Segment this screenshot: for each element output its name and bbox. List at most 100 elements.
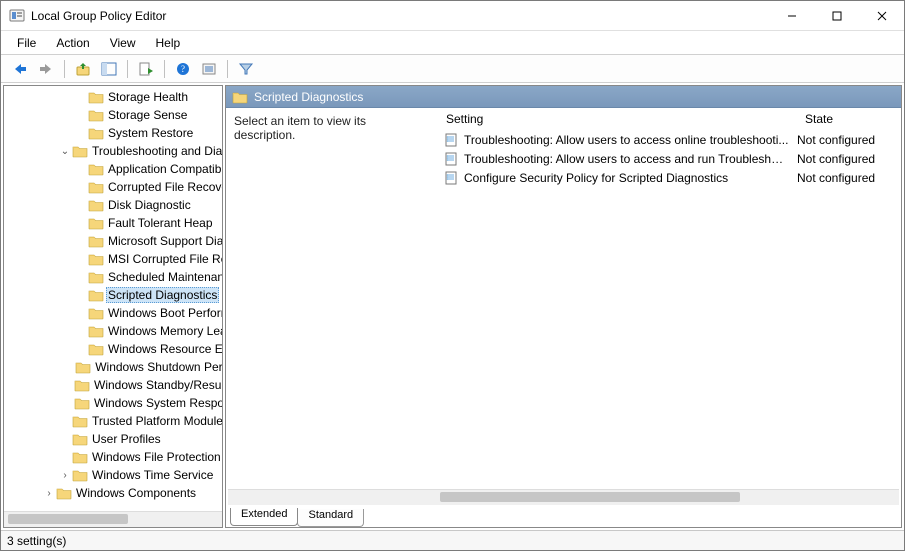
back-button[interactable] bbox=[8, 58, 32, 80]
setting-state: Not configured bbox=[797, 171, 901, 185]
show-hide-tree-button[interactable] bbox=[97, 58, 121, 80]
folder-icon bbox=[72, 144, 88, 158]
description-text: Select an item to view its description. bbox=[234, 114, 366, 142]
tree-item[interactable]: Scripted Diagnostics bbox=[4, 286, 222, 304]
forward-arrow-icon bbox=[38, 62, 54, 76]
folder-icon bbox=[74, 378, 90, 392]
folder-icon bbox=[88, 90, 104, 104]
tree-item[interactable]: ›Windows Components bbox=[4, 484, 222, 502]
tree-item[interactable]: Corrupted File Recovery bbox=[4, 178, 222, 196]
tree-item[interactable]: Windows Boot Performance Diagnostics bbox=[4, 304, 222, 322]
maximize-button[interactable] bbox=[814, 1, 859, 31]
list-item[interactable]: Troubleshooting: Allow users to access a… bbox=[438, 149, 901, 168]
tree-item[interactable]: Trusted Platform Module Services bbox=[4, 412, 222, 430]
folder-icon bbox=[88, 162, 104, 176]
status-text: 3 setting(s) bbox=[7, 534, 66, 548]
folder-icon bbox=[88, 216, 104, 230]
tab-extended[interactable]: Extended bbox=[230, 508, 298, 526]
minimize-icon bbox=[787, 11, 797, 21]
tree-item[interactable]: Windows Memory Leak Diagnosis bbox=[4, 322, 222, 340]
tree-item[interactable]: Storage Sense bbox=[4, 106, 222, 124]
tree-item[interactable]: Windows Standby/Resume Performance Diagn… bbox=[4, 376, 222, 394]
menu-file[interactable]: File bbox=[7, 34, 46, 52]
tree-item[interactable]: Windows Shutdown Performance Diagnostics bbox=[4, 358, 222, 376]
setting-state: Not configured bbox=[797, 133, 901, 147]
minimize-button[interactable] bbox=[769, 1, 814, 31]
tree-item[interactable]: System Restore bbox=[4, 124, 222, 142]
column-setting[interactable]: Setting bbox=[438, 112, 797, 126]
tab-standard[interactable]: Standard bbox=[297, 509, 364, 527]
tree-item-label: Fault Tolerant Heap bbox=[106, 216, 215, 230]
export-list-button[interactable] bbox=[134, 58, 158, 80]
scrollbar-thumb[interactable] bbox=[440, 492, 740, 502]
app-window: Local Group Policy Editor File Action Vi… bbox=[0, 0, 905, 551]
tree-item-label: Windows Boot Performance Diagnostics bbox=[106, 306, 222, 320]
up-folder-icon bbox=[75, 62, 91, 76]
tree-item-label: User Profiles bbox=[90, 432, 163, 446]
list-item[interactable]: Configure Security Policy for Scripted D… bbox=[438, 168, 901, 187]
show-tree-icon bbox=[101, 62, 117, 76]
menu-help[interactable]: Help bbox=[146, 34, 191, 52]
folder-icon bbox=[88, 342, 104, 356]
tree-item[interactable]: User Profiles bbox=[4, 430, 222, 448]
expander-icon[interactable]: › bbox=[58, 470, 72, 481]
tree-inner: Storage Health Storage Sense System Restor… bbox=[4, 86, 222, 502]
tree-item-label: Windows Resource Exhaustion Detection bbox=[106, 342, 222, 356]
tree-item[interactable]: Fault Tolerant Heap bbox=[4, 214, 222, 232]
tree-item[interactable]: Disk Diagnostic bbox=[4, 196, 222, 214]
tree-item-label: MSI Corrupted File Recovery bbox=[106, 252, 222, 266]
tree-item[interactable]: Application Compatibility Diagnostics bbox=[4, 160, 222, 178]
folder-icon bbox=[74, 396, 90, 410]
help-icon: ? bbox=[175, 62, 191, 76]
tree-item[interactable]: Windows Resource Exhaustion Detection bbox=[4, 340, 222, 358]
folder-icon bbox=[88, 324, 104, 338]
tree-scroll[interactable]: Storage Health Storage Sense System Restor… bbox=[4, 86, 222, 511]
scrollbar-thumb[interactable] bbox=[8, 514, 128, 524]
toolbar-sep-1 bbox=[64, 60, 65, 78]
folder-icon bbox=[88, 126, 104, 140]
list-rows: Troubleshooting: Allow users to access o… bbox=[438, 130, 901, 489]
tree-item[interactable]: Microsoft Support Diagnostic Tool bbox=[4, 232, 222, 250]
properties-button[interactable] bbox=[197, 58, 221, 80]
close-button[interactable] bbox=[859, 1, 904, 31]
help-button[interactable]: ? bbox=[171, 58, 195, 80]
details-header: Scripted Diagnostics bbox=[226, 86, 901, 108]
tree-item[interactable]: Windows File Protection bbox=[4, 448, 222, 466]
filter-button[interactable] bbox=[234, 58, 258, 80]
tree-item-label: Storage Health bbox=[106, 90, 190, 104]
tree-item[interactable]: Scheduled Maintenance bbox=[4, 268, 222, 286]
folder-icon bbox=[72, 432, 88, 446]
forward-button[interactable] bbox=[34, 58, 58, 80]
tree-item-label: Storage Sense bbox=[106, 108, 189, 122]
toolbar-sep-3 bbox=[164, 60, 165, 78]
settings-list: Setting State Troubleshooting: Allow use… bbox=[438, 108, 901, 489]
menu-view[interactable]: View bbox=[100, 34, 146, 52]
policy-item-icon bbox=[444, 152, 460, 166]
tree-item[interactable]: ›Windows Time Service bbox=[4, 466, 222, 484]
toolbar-sep-2 bbox=[127, 60, 128, 78]
tree-item[interactable]: Windows System Responsiveness Performanc… bbox=[4, 394, 222, 412]
folder-icon bbox=[72, 414, 88, 428]
tree-item[interactable]: Storage Health bbox=[4, 88, 222, 106]
tree-item-label: Windows System Responsiveness Performanc… bbox=[92, 396, 222, 410]
expander-icon[interactable]: ⌄ bbox=[58, 146, 72, 157]
setting-name: Troubleshooting: Allow users to access o… bbox=[464, 133, 797, 147]
tree-item-label: Troubleshooting and Diagnostics bbox=[90, 144, 222, 158]
up-button[interactable] bbox=[71, 58, 95, 80]
menu-action[interactable]: Action bbox=[46, 34, 99, 52]
details-body: Select an item to view its description. … bbox=[226, 108, 901, 489]
tree-item[interactable]: MSI Corrupted File Recovery bbox=[4, 250, 222, 268]
tree-item-label: Application Compatibility Diagnostics bbox=[106, 162, 222, 176]
setting-name: Troubleshooting: Allow users to access a… bbox=[464, 152, 797, 166]
tree-item-label: Trusted Platform Module Services bbox=[90, 414, 222, 428]
tree-horizontal-scrollbar[interactable] bbox=[4, 511, 222, 527]
details-horizontal-scrollbar[interactable] bbox=[228, 489, 899, 505]
tree-item-label: Windows Memory Leak Diagnosis bbox=[106, 324, 222, 338]
filter-icon bbox=[238, 62, 254, 76]
details-pane: Scripted Diagnostics Select an item to v… bbox=[225, 85, 902, 528]
back-arrow-icon bbox=[12, 62, 28, 76]
expander-icon[interactable]: › bbox=[42, 488, 56, 499]
tree-item[interactable]: ⌄ Troubleshooting and Diagnostics bbox=[4, 142, 222, 160]
list-item[interactable]: Troubleshooting: Allow users to access o… bbox=[438, 130, 901, 149]
column-state[interactable]: State bbox=[797, 112, 901, 126]
